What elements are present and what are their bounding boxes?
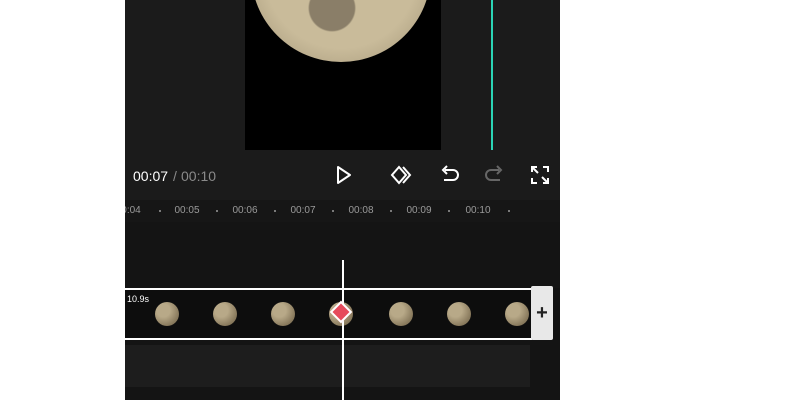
total-time: 00:10 [181,168,217,184]
ruler-dot [159,210,161,212]
ruler-dot [448,210,450,212]
undo-icon[interactable] [436,162,462,188]
clip-thumbnail [505,302,529,326]
time-ruler[interactable]: 0:04 00:05 00:06 00:07 00:08 00:09 00:10 [125,200,560,222]
redo-icon[interactable] [482,162,508,188]
clip-thumbnail [389,302,413,326]
clip-thumbnail [271,302,295,326]
time-separator: / [173,168,177,184]
preview-area [125,0,560,150]
clip-thumbnail [155,302,179,326]
video-editor: 00:07 / 00:10 0:04 00:05 00:06 00:07 [125,0,560,400]
video-preview[interactable] [245,0,441,150]
ruler-dot [332,210,334,212]
ruler-dot [508,210,510,212]
clip-duration: 10.9s [127,294,150,304]
audio-track[interactable] [125,345,530,387]
fullscreen-icon[interactable] [527,162,553,188]
ruler-label: 00:07 [290,205,316,216]
clip-thumbnail [447,302,471,326]
clip-thumbnail [213,302,237,326]
moon-image [251,0,431,62]
playback-controls: 00:07 / 00:10 [125,150,560,200]
video-clip[interactable]: 10.9s [125,288,532,340]
ruler-label: 00:08 [348,205,374,216]
ruler-dot [216,210,218,212]
ruler-dot [390,210,392,212]
ruler-label: 00:10 [465,205,491,216]
ruler-label: 0:04 [125,205,141,216]
play-icon[interactable] [330,162,356,188]
keyframe-icon[interactable] [388,162,414,188]
ruler-dot [274,210,276,212]
ruler-label: 00:06 [232,205,258,216]
current-time: 00:07 [133,168,169,184]
ruler-label: 00:09 [406,205,432,216]
preview-playhead-indicator [491,0,493,150]
ruler-label: 00:05 [174,205,200,216]
add-clip-button[interactable]: + [531,286,553,340]
timeline-playhead[interactable] [342,260,344,400]
